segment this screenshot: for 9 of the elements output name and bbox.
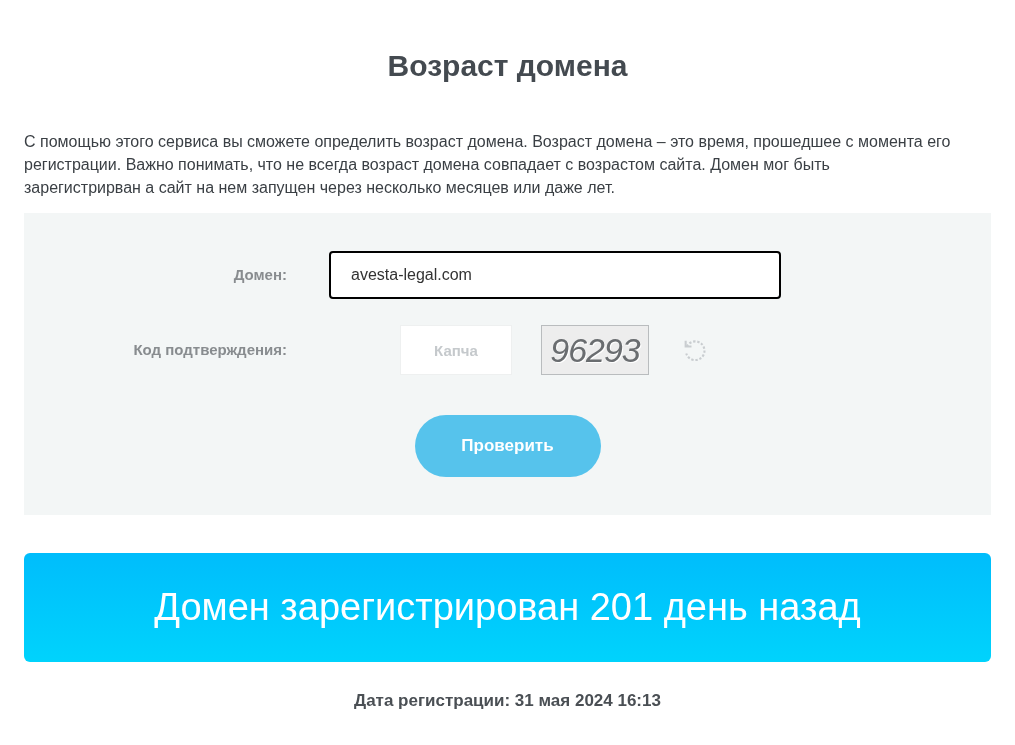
- domain-field[interactable]: avesta-legal.com: [329, 251, 781, 299]
- registration-date: Дата регистрации: 31 мая 2024 16:13: [354, 690, 661, 712]
- captcha-label: Код подтверждения:: [132, 339, 287, 360]
- page-title: Возраст домена: [386, 48, 629, 84]
- captcha-field[interactable]: Капча: [400, 325, 512, 375]
- description: С помощью этого сервиса вы сможете определить возраст домена. Возраст домена – это время, прошедшее с момента его регистрации. Важно понимать, что не всегда возраст домена совпадает с возрастом сайта. Домен мог быть зарегистрирван а сайт на нем запущен через несколько месяцев или даже лет.: [24, 132, 952, 198]
- captcha-image: 96293: [541, 325, 649, 375]
- domain-label: Домен:: [232, 264, 287, 285]
- result-headline: Домен зарегистрирован 201 день назад: [154, 585, 861, 630]
